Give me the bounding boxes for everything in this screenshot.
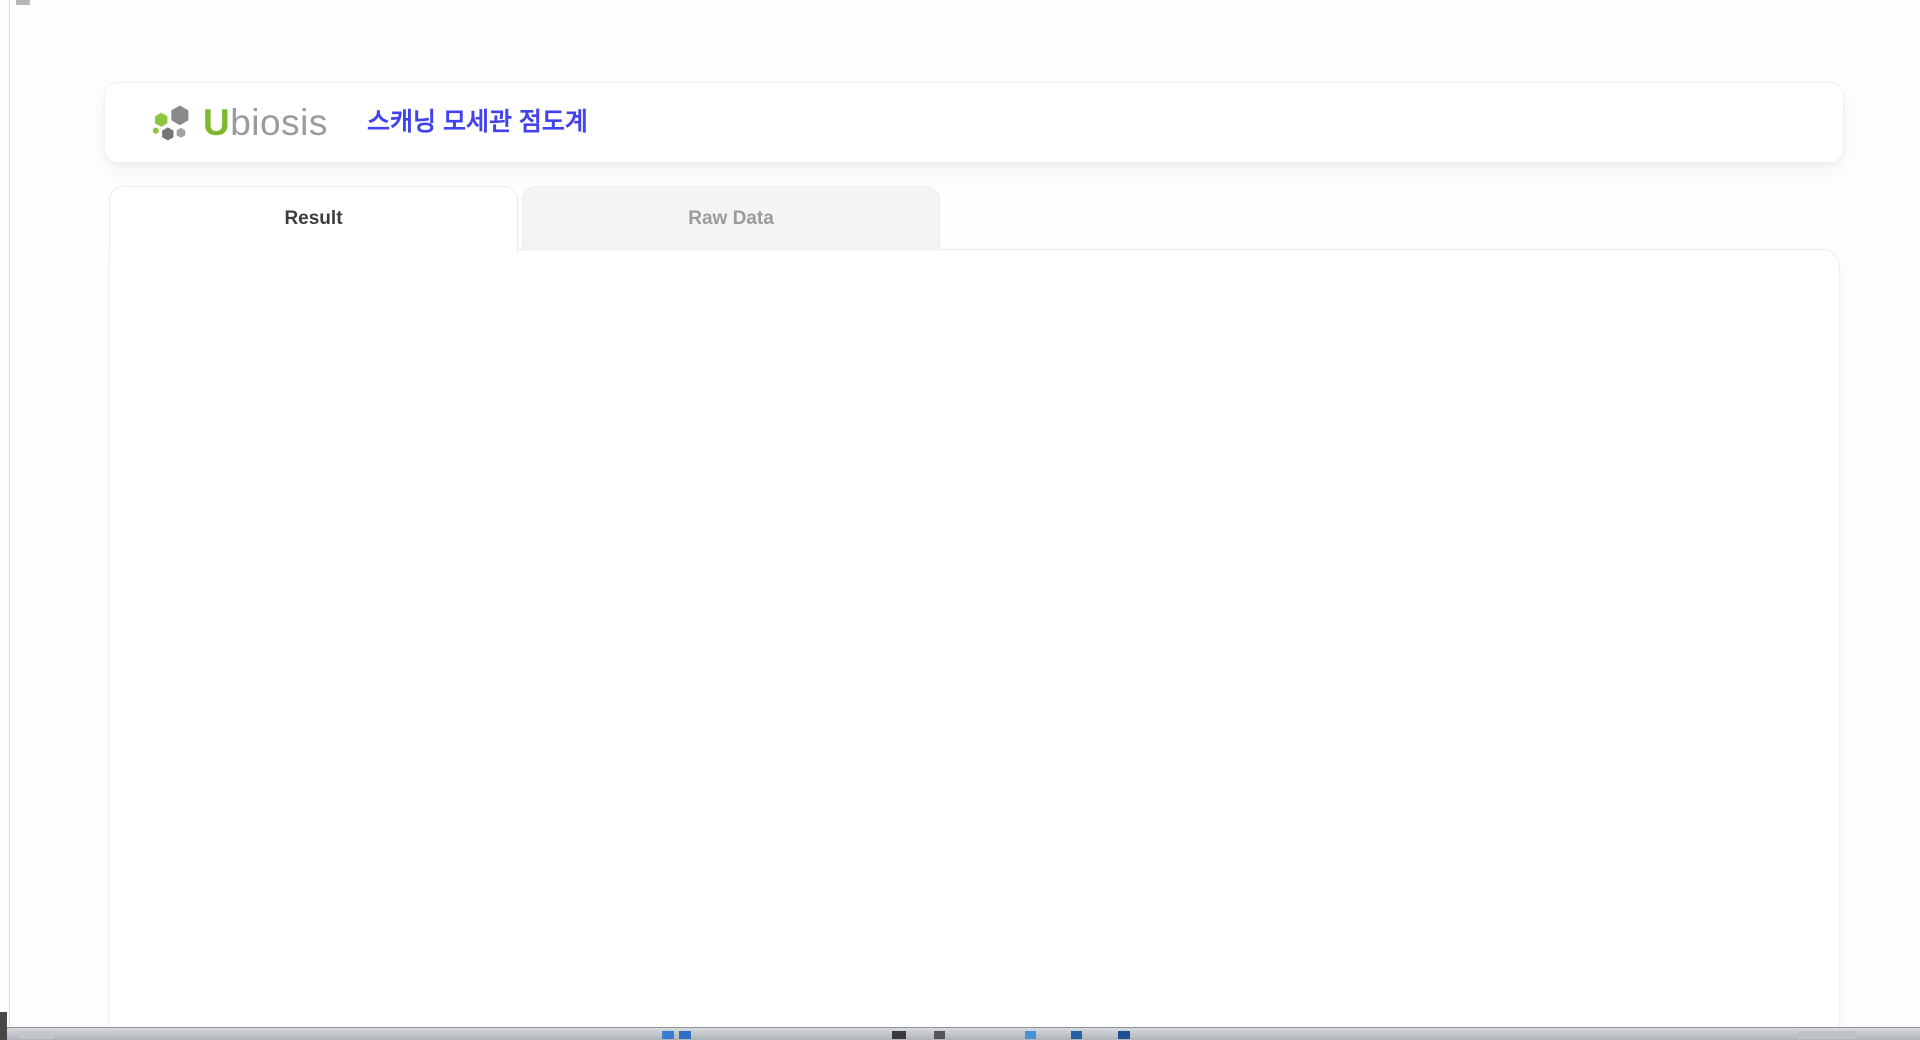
header-card: Ubiosis 스캐닝 모세관 점도계 [104, 82, 1844, 163]
logo-letter-u: U [203, 102, 230, 143]
screen-edge-line [9, 0, 10, 1027]
app-title: 스캐닝 모세관 점도계 [367, 83, 588, 162]
taskbar-clock-area [1798, 1031, 1856, 1039]
ubiosis-logo: Ubiosis [147, 97, 328, 149]
logo-letters-rest: biosis [230, 102, 328, 143]
taskbar-icon[interactable] [662, 1031, 674, 1039]
app-screen: Ubiosis 스캐닝 모세관 점도계 Result Raw Data File… [0, 0, 1920, 1040]
tab-raw-data[interactable]: Raw Data [522, 186, 940, 251]
screen-artifact-bottom-left [0, 1012, 7, 1040]
taskbar-start-area[interactable] [20, 1031, 54, 1039]
taskbar-icon[interactable] [892, 1031, 906, 1039]
ubiosis-logo-icon [147, 101, 193, 145]
windows-taskbar[interactable] [0, 1027, 1920, 1040]
taskbar-icon[interactable] [934, 1031, 945, 1039]
taskbar-icon[interactable] [679, 1031, 691, 1039]
taskbar-icon[interactable] [1118, 1031, 1130, 1039]
screen-artifact-top-left [16, 0, 30, 5]
result-tab-panel [109, 249, 1840, 1040]
taskbar-icon[interactable] [1071, 1031, 1082, 1039]
tab-result[interactable]: Result [109, 186, 518, 253]
taskbar-icon[interactable] [1025, 1031, 1036, 1039]
logo-text: Ubiosis [203, 102, 328, 144]
